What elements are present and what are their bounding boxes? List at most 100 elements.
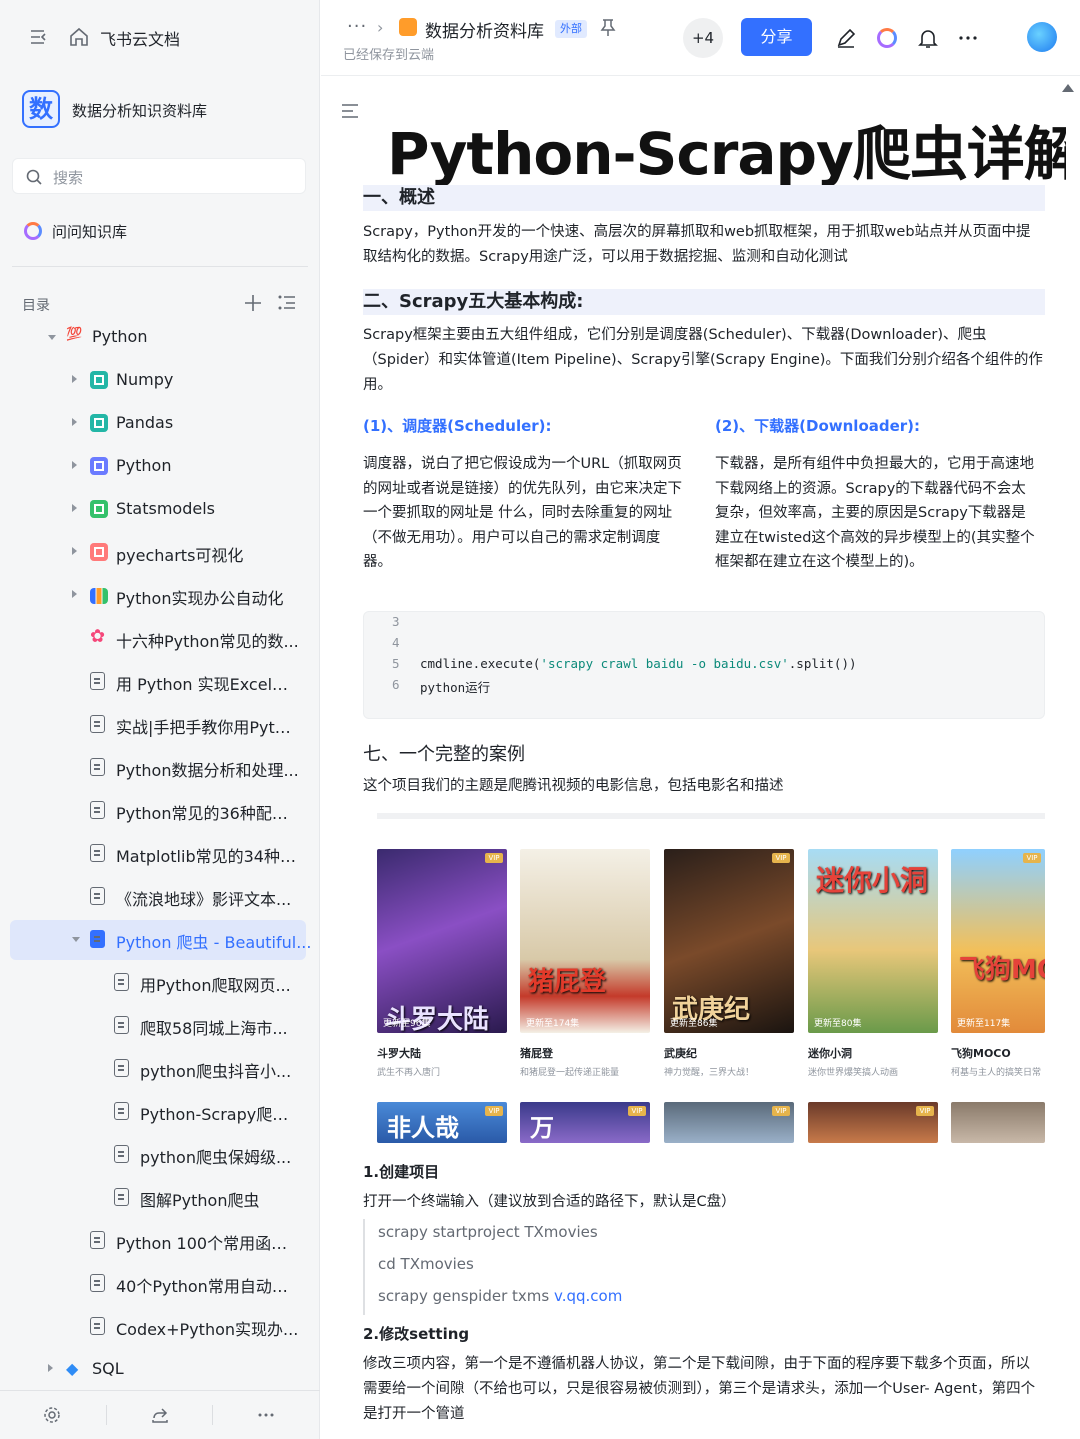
step2-heading[interactable]: 2.修改setting <box>363 1323 469 1344</box>
code-line-5: cmdline.execute('scrapy crawl baidu -o b… <box>420 656 857 671</box>
sidebar-item[interactable]: Python数据分析和处理... <box>0 748 320 788</box>
breadcrumb-more[interactable]: ··· <box>347 16 367 37</box>
sidebar-item[interactable]: ✿ 十六种Python常见的数... <box>0 619 320 659</box>
command-quote-block[interactable]: scrapy startproject TXmovies cd TXmovies… <box>363 1219 763 1315</box>
sidebar-item-label: 40个Python常用自动化... <box>116 1277 300 1296</box>
sidebar-item[interactable]: python爬虫保姆级... <box>0 1135 320 1175</box>
chevron-right-icon[interactable] <box>72 418 77 426</box>
line-number: 3 <box>392 614 400 629</box>
scheduler-text[interactable]: 调度器，说白了把它假设成为一个URL（抓取网页的网址或者说是链接）的优先队列，由… <box>363 452 688 575</box>
flower-icon: ✿ <box>90 626 106 647</box>
poster-title: 猪屁登 <box>528 967 607 997</box>
downloader-text[interactable]: 下载器，是所有组件中负担最大的，它用于高速地下载网络上的资源。Scrapy的下载… <box>715 452 1040 575</box>
outline-icon[interactable] <box>341 103 359 119</box>
sidebar-item[interactable]: python爬虫抖音小... <box>0 1049 320 1089</box>
sidebar-item[interactable]: Python-Scrapy爬虫... <box>0 1092 320 1132</box>
sidebar-item-label: 用Python爬取网页... <box>140 976 291 995</box>
movie-card[interactable]: 迷你小洞 更新至80集 迷你小洞 迷你世界爆笑搞人动画 <box>808 849 938 1078</box>
chevron-right-icon[interactable] <box>72 375 77 383</box>
sidebar-item-label: python爬虫抖音小... <box>140 1062 292 1081</box>
chevron-right-icon[interactable] <box>72 504 77 512</box>
more-icon[interactable] <box>256 1405 276 1425</box>
knowledge-base-header[interactable]: 数 数据分析知识资料库 <box>22 88 312 132</box>
add-icon[interactable] <box>242 292 264 314</box>
movie-card[interactable]: 武庚纪 VIP 更新至86集 武庚纪 神力觉醒，三界大战！ <box>664 849 794 1078</box>
pin-icon[interactable] <box>599 17 617 37</box>
line-number: 4 <box>392 635 400 650</box>
chevron-down-icon[interactable] <box>72 937 80 942</box>
movie-thumb[interactable]: 万 VIP <box>520 1102 650 1143</box>
step1-paragraph[interactable]: 打开一个终端输入（建议放到合适的路径下，默认是C盘） <box>363 1190 1043 1215</box>
doc-content: Python-Scrapy爬虫详解 一、概述 Scrapy，Python开发的一… <box>321 77 1066 1439</box>
sidebar-item[interactable]: Python实现办公自动化 <box>0 576 320 616</box>
sidebar-item[interactable]: pyecharts可视化 <box>0 533 320 573</box>
chevron-down-icon[interactable] <box>48 335 56 340</box>
code-block[interactable]: 3 4 5 6 cmdline.execute('scrapy crawl ba… <box>363 611 1045 719</box>
chevron-right-icon[interactable] <box>48 1364 53 1372</box>
sidebar-item-label: 实战|手把手教你用Pyth... <box>116 718 300 737</box>
chevron-right-icon[interactable] <box>72 461 77 469</box>
sidebar-item[interactable]: Numpy <box>0 361 320 401</box>
brand-name[interactable]: 飞书云文档 <box>100 26 180 50</box>
qq-link[interactable]: v.qq.com <box>554 1287 622 1305</box>
share-button[interactable]: 分享 <box>741 18 812 56</box>
sidebar-item-label: Numpy <box>116 370 174 389</box>
chevron-right-icon[interactable] <box>72 547 77 555</box>
heading-case[interactable]: 七、一个完整的案例 <box>363 740 525 766</box>
ai-assistant-icon[interactable] <box>877 28 897 48</box>
sidebar-item[interactable]: 图解Python爬虫 <box>0 1178 320 1218</box>
sidebar-item-label: Python常见的36种配图... <box>116 804 300 823</box>
thumb-title: 非人哉 <box>387 1114 459 1142</box>
sidebar-item[interactable]: Codex+Python实现办... <box>0 1307 320 1347</box>
sidebar-item[interactable]: Python常见的36种配图... <box>0 791 320 831</box>
movie-thumb[interactable]: VIP <box>808 1102 938 1143</box>
movie-thumb[interactable]: VIP <box>664 1102 794 1143</box>
user-avatar[interactable] <box>1027 22 1057 52</box>
bell-icon[interactable] <box>917 27 939 49</box>
sidebar-item[interactable]: Matplotlib常见的34种配... <box>0 834 320 874</box>
list-view-icon[interactable] <box>276 292 298 314</box>
sidebar-item[interactable]: 爬取58同城上海市... <box>0 1006 320 1046</box>
sidebar-item[interactable]: Python 爬虫 - Beautiful... <box>10 920 311 960</box>
save-status: 已经保存到云端 <box>343 48 435 63</box>
sidebar-item[interactable]: Pandas <box>0 404 320 444</box>
sidebar-item[interactable]: 40个Python常用自动化... <box>0 1264 320 1304</box>
step2-paragraph[interactable]: 修改三项内容，第一个是不遵循机器人协议，第二个是下载间隙，由于下面的程序要下载多… <box>363 1352 1043 1427</box>
step1-heading[interactable]: 1.创建项目 <box>363 1161 439 1182</box>
sidebar-item[interactable]: 《流浪地球》影评文本... <box>0 877 320 917</box>
case-paragraph[interactable]: 这个项目我们的主题是爬腾讯视频的电影信息，包括电影名和描述 <box>363 774 1043 799</box>
sidebar-item[interactable]: Python <box>0 447 320 487</box>
sidebar-item[interactable]: 用 Python 实现Excel报... <box>0 662 320 702</box>
downloader-heading[interactable]: (2)、下载器(Downloader): <box>715 415 920 436</box>
sidebar-item[interactable]: ◆ SQL <box>0 1350 320 1390</box>
sidebar-item[interactable]: Python 100个常用函数... <box>0 1221 320 1261</box>
movie-thumb[interactable] <box>951 1102 1045 1143</box>
search-placeholder: 搜索 <box>53 169 84 187</box>
components-paragraph[interactable]: Scrapy框架主要由五大组件组成，它们分别是调度器(Scheduler)、下载… <box>363 323 1043 398</box>
sidebar-item[interactable]: 💯 Python <box>0 318 320 358</box>
movie-card[interactable]: 猪屁登 更新至174集 猪屁登 和猪屁登一起传递正能量 <box>520 849 650 1078</box>
breadcrumb-title[interactable]: 数据分析资料库 <box>425 17 544 42</box>
sidebar-item[interactable]: 实战|手把手教你用Pyth... <box>0 705 320 745</box>
movie-card[interactable]: 斗罗大陆 VIP 更新至96集 斗罗大陆 武生不再入唐门 <box>377 849 507 1078</box>
command-line: scrapy startproject TXmovies <box>378 1223 598 1241</box>
overview-paragraph[interactable]: Scrapy，Python开发的一个快速、高层次的屏幕抓取和web抓取框架，用于… <box>363 220 1043 270</box>
heading-components[interactable]: 二、Scrapy五大基本构成: <box>363 289 1045 315</box>
chevron-right-icon[interactable] <box>72 590 77 598</box>
sidebar-search[interactable]: 搜索 <box>12 158 306 194</box>
more-options-icon[interactable] <box>957 27 979 49</box>
heading-overview[interactable]: 一、概述 <box>363 185 1045 211</box>
sidebar-item[interactable]: Statsmodels <box>0 490 320 530</box>
movie-card[interactable]: 飞狗MOCOVIP更新至117集飞狗MOCO柯基与主人的搞笑日常 <box>951 849 1045 1078</box>
doc-title[interactable]: Python-Scrapy爬虫详解 <box>387 107 1066 191</box>
collapse-sidebar-icon[interactable] <box>28 26 50 48</box>
settings-icon[interactable] <box>42 1405 62 1425</box>
collaborators-count[interactable]: +4 <box>683 18 723 58</box>
share-out-icon[interactable] <box>150 1405 170 1425</box>
sidebar-item[interactable]: 用Python爬取网页... <box>0 963 320 1003</box>
scheduler-heading[interactable]: (1)、调度器(Scheduler): <box>363 415 552 436</box>
home-icon[interactable] <box>68 26 90 48</box>
edit-icon[interactable] <box>835 27 857 49</box>
ask-knowledge-base[interactable]: 问问知识库 <box>22 218 302 246</box>
movie-thumb[interactable]: 非人哉 VIP <box>377 1102 507 1143</box>
